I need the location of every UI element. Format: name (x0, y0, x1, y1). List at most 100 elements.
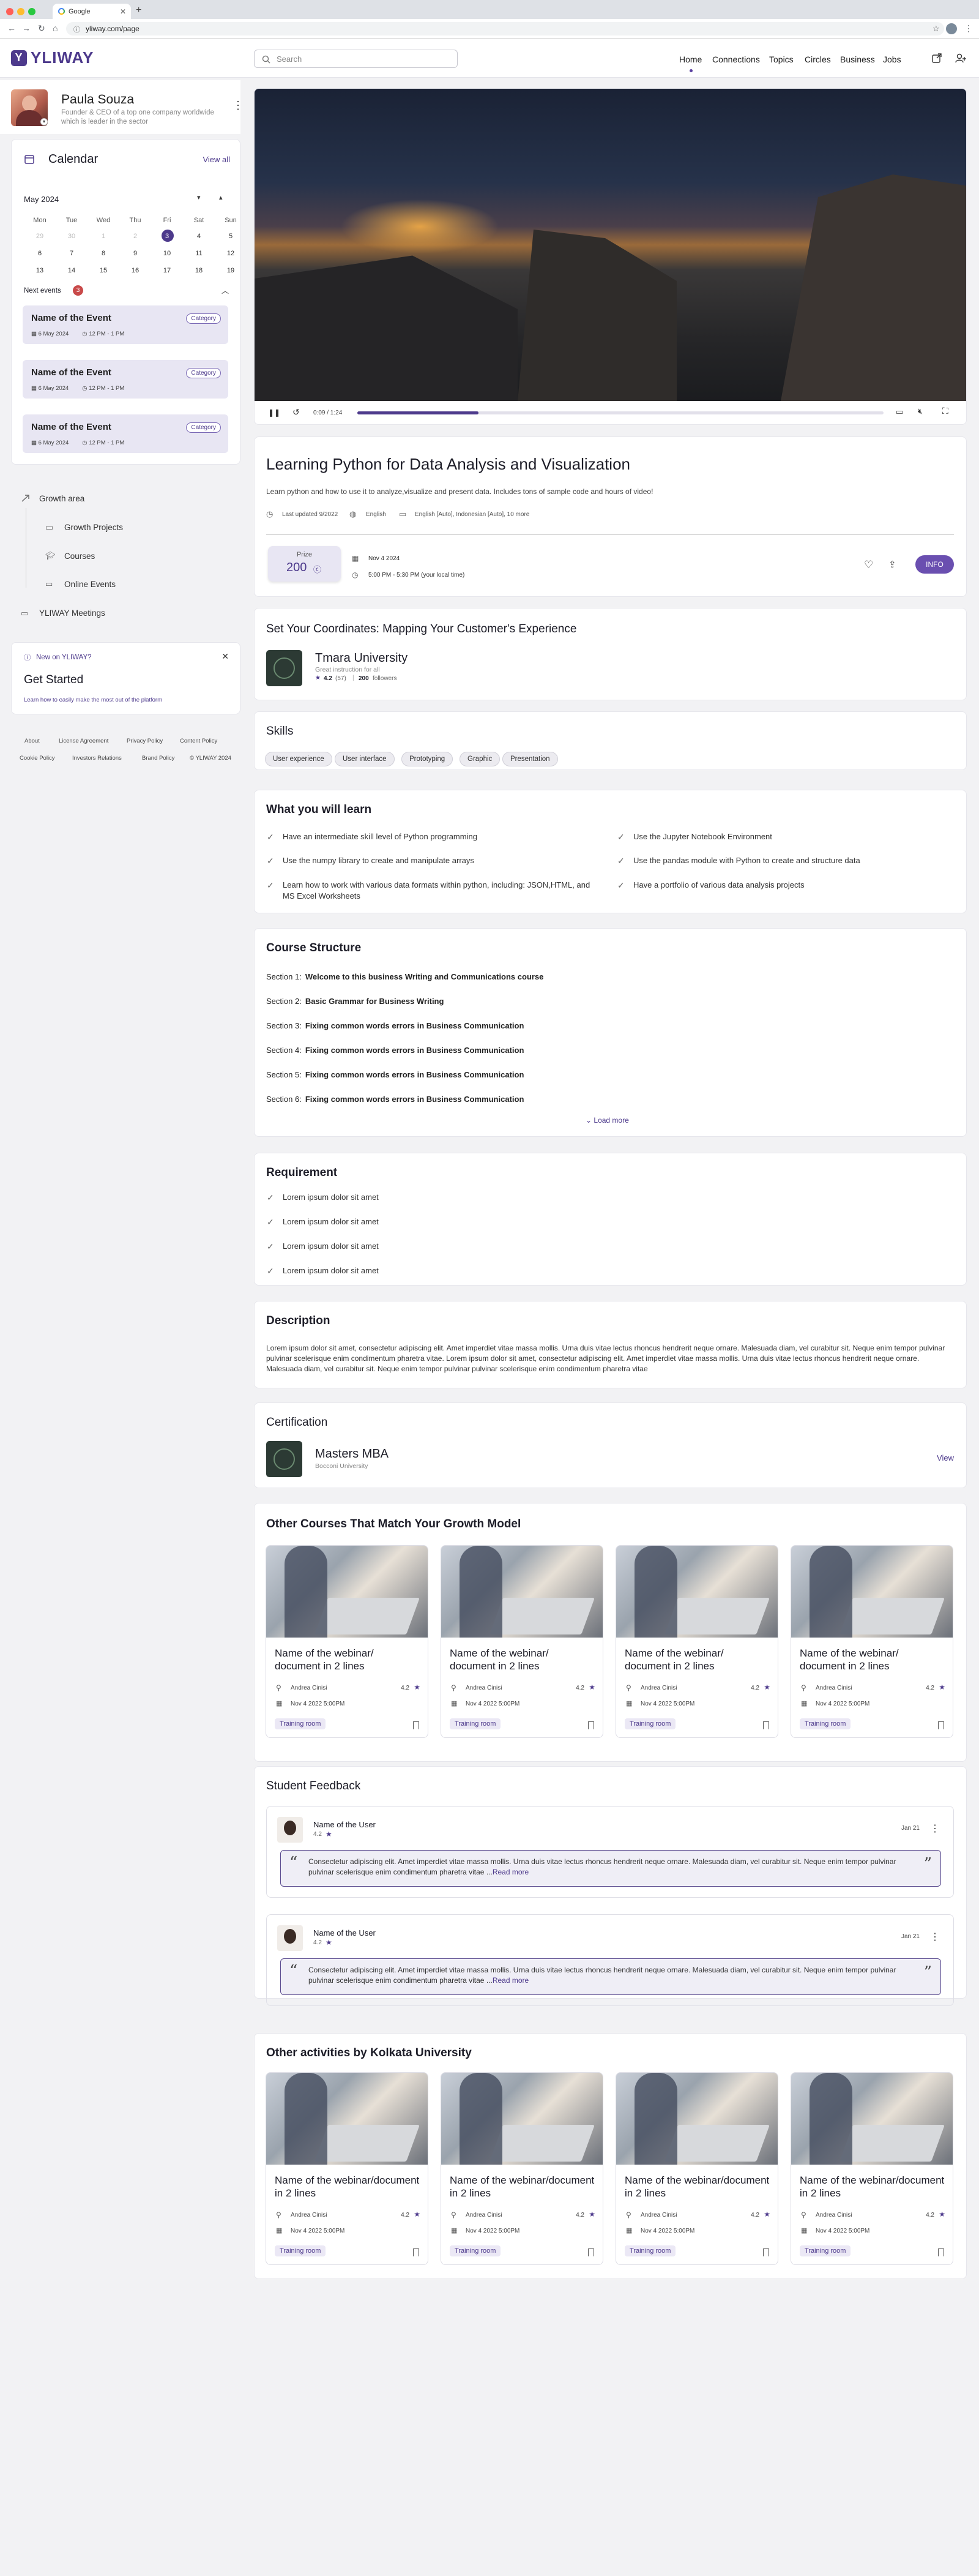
calendar-day[interactable]: 13 (24, 267, 56, 274)
event-item[interactable]: Name of the Event Category ▦ 6 May 2024 ◷ 1… (23, 414, 228, 453)
forward-icon[interactable]: → (22, 23, 31, 33)
university-name[interactable]: Tmara University (315, 651, 408, 665)
footer-license[interactable]: License Agreement (59, 738, 108, 744)
calendar-day[interactable]: 29 (24, 233, 56, 240)
home-icon[interactable]: ⌂ (53, 23, 58, 33)
browser-tab[interactable]: Google ✕ (53, 4, 131, 19)
close-tab-icon[interactable]: ✕ (120, 7, 126, 16)
view-all-link[interactable]: View all (203, 155, 230, 164)
video-frame[interactable] (255, 89, 966, 401)
browser-profile-avatar[interactable] (946, 23, 957, 34)
view-certification-link[interactable]: View (937, 1453, 954, 1462)
minimize-window-button[interactable] (17, 8, 24, 15)
back-icon[interactable]: ← (7, 23, 16, 33)
calendar-day[interactable]: 4 (183, 233, 215, 240)
close-banner-icon[interactable]: ✕ (221, 651, 229, 662)
video-progress-track[interactable] (357, 411, 884, 414)
nav-connections[interactable]: Connections (712, 54, 760, 64)
structure-section[interactable]: Section 3: Fixing common words errors in … (266, 1021, 524, 1030)
nav-circles[interactable]: Circles (805, 54, 831, 64)
footer-cookie[interactable]: Cookie Policy (20, 755, 55, 762)
structure-section[interactable]: Section 1: Welcome to this business Writi… (266, 972, 543, 981)
nav-business[interactable]: Business (840, 54, 875, 64)
new-tab-button[interactable]: + (136, 5, 141, 16)
structure-section[interactable]: Section 4: Fixing common words errors in … (266, 1046, 524, 1055)
bookmark-icon[interactable] (938, 1721, 944, 1729)
banner-text[interactable]: Learn how to easily make the most out of… (24, 697, 162, 703)
skill-tag[interactable]: User experience (265, 752, 332, 766)
calendar-day[interactable]: 7 (56, 250, 87, 257)
avatar-chevron-icon[interactable]: ▾ (40, 118, 48, 125)
sidebar-item-online-events[interactable]: Online Events (64, 580, 116, 589)
bookmark-star-icon[interactable]: ☆ (932, 24, 940, 34)
footer-about[interactable]: About (24, 738, 40, 744)
structure-section[interactable]: Section 2: Basic Grammar for Business Wri… (266, 997, 444, 1006)
maximize-window-button[interactable] (28, 8, 35, 15)
calendar-day[interactable]: 30 (56, 233, 87, 240)
skill-tag[interactable]: Presentation (502, 752, 558, 766)
logo[interactable]: Y YLIWAY (11, 48, 94, 67)
bookmark-icon[interactable] (763, 2248, 769, 2256)
event-item[interactable]: Name of the Event Category ▦ 6 May 2024 ◷ 1… (23, 305, 228, 344)
bookmark-icon[interactable] (413, 1721, 419, 1729)
calendar-day[interactable]: 5 (215, 233, 247, 240)
calendar-day[interactable]: 19 (215, 267, 247, 274)
calendar-day[interactable]: 6 (24, 250, 56, 257)
search-input[interactable]: Search (254, 50, 458, 68)
growth-area-link[interactable]: Growth area (39, 494, 84, 503)
skill-tag[interactable]: User interface (335, 752, 395, 766)
skill-tag[interactable]: Prototyping (401, 752, 453, 766)
calendar-day[interactable]: 11 (183, 250, 215, 257)
bookmark-icon[interactable] (763, 1721, 769, 1729)
calendar-day[interactable]: 16 (119, 267, 151, 274)
calendar-day[interactable]: 15 (87, 267, 119, 274)
share-out-icon[interactable] (931, 53, 942, 64)
bookmark-icon[interactable] (588, 2248, 594, 2256)
course-card[interactable]: Name of the webinar/document in 2 lines ⚲… (616, 2072, 778, 2265)
structure-section[interactable]: Section 6: Fixing common words errors in … (266, 1095, 524, 1104)
feedback-more-icon[interactable]: ⋮ (930, 1822, 940, 1835)
feedback-more-icon[interactable]: ⋮ (930, 1931, 940, 1943)
footer-privacy[interactable]: Privacy Policy (127, 738, 163, 744)
info-button[interactable]: INFO (915, 555, 954, 574)
bookmark-icon[interactable] (588, 1721, 594, 1729)
sidebar-item-meetings[interactable]: YLIWAY Meetings (39, 608, 105, 618)
read-more-link[interactable]: Read more (493, 1868, 529, 1876)
avatar[interactable] (277, 1925, 303, 1951)
read-more-link[interactable]: Read more (493, 1976, 529, 1985)
next-month-icon[interactable]: ▴ (219, 193, 223, 201)
add-user-icon[interactable] (955, 53, 966, 64)
footer-investors[interactable]: Investors Relations (72, 755, 122, 762)
nav-jobs[interactable]: Jobs (883, 54, 901, 64)
course-card[interactable]: Name of the webinar/document in 2 lines ⚲… (791, 2072, 953, 2265)
calendar-day[interactable]: 10 (151, 250, 183, 257)
calendar-day[interactable]: 9 (119, 250, 151, 257)
nav-home[interactable]: Home (679, 54, 702, 72)
calendar-day[interactable]: 17 (151, 267, 183, 274)
bookmark-icon[interactable] (413, 2248, 419, 2256)
mute-icon[interactable]: 🔇︎ (918, 406, 923, 416)
calendar-day[interactable]: 18 (183, 267, 215, 274)
event-item[interactable]: Name of the Event Category ▦ 6 May 2024 ◷ 1… (23, 360, 228, 399)
reload-icon[interactable]: ↻ (38, 23, 45, 34)
sidebar-item-growth-projects[interactable]: Growth Projects (64, 523, 123, 532)
nav-topics[interactable]: Topics (769, 54, 794, 64)
calendar-day[interactable]: 2 (119, 233, 151, 240)
course-card[interactable]: Name of the webinar/ document in 2 lines… (616, 1545, 778, 1738)
structure-section[interactable]: Section 5: Fixing common words errors in … (266, 1070, 524, 1079)
course-card[interactable]: Name of the webinar/ document in 2 lines… (441, 1545, 603, 1738)
captions-icon[interactable]: ▭ (896, 407, 903, 417)
avatar[interactable] (277, 1817, 303, 1843)
profile-more-icon[interactable]: ⋮ (233, 99, 244, 112)
calendar-day[interactable]: 1 (87, 233, 119, 240)
video-player[interactable]: ❚❚ ↺ 0:09 / 1:24 ▭ 🔇︎ ⛶ (254, 88, 967, 425)
calendar-day[interactable]: 3 (151, 230, 183, 242)
site-info-icon[interactable]: ⓘ (73, 24, 80, 34)
skill-tag[interactable]: Graphic (460, 752, 501, 766)
bookmark-icon[interactable] (938, 2248, 944, 2256)
address-bar[interactable]: ⓘ yliway.com/page (66, 22, 944, 36)
course-card[interactable]: Name of the webinar/document in 2 lines ⚲… (266, 2072, 428, 2265)
course-card[interactable]: Name of the webinar/ document in 2 lines… (266, 1545, 428, 1738)
prev-month-icon[interactable]: ▾ (197, 193, 201, 201)
calendar-day[interactable]: 8 (87, 250, 119, 257)
